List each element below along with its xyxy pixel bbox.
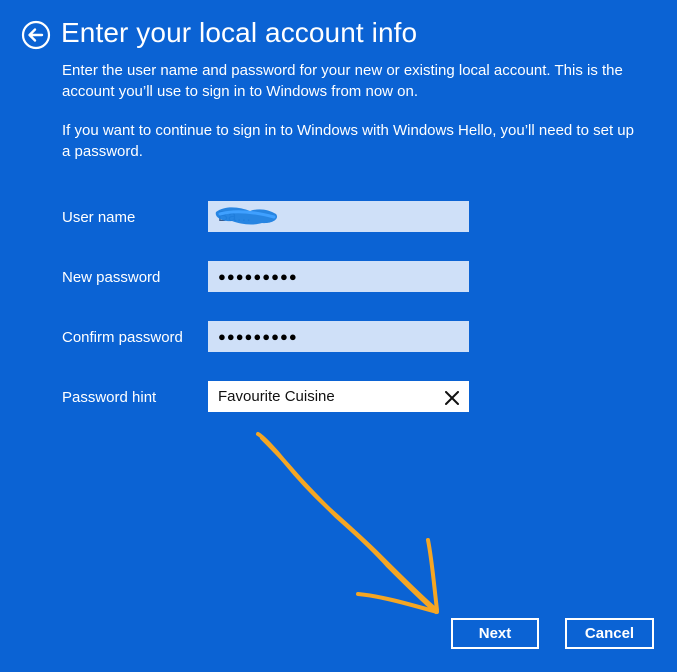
confirm-password-field[interactable]: ●●●●●●●●● [208, 321, 469, 352]
page-title: Enter your local account info [61, 17, 418, 48]
new-password-label: New password [62, 269, 161, 286]
new-password-value: ●●●●●●●●● [218, 269, 298, 284]
username-label: User name [62, 209, 136, 226]
username-value: Ba… [218, 208, 252, 225]
cancel-button[interactable]: Cancel [565, 618, 654, 649]
back-arrow-icon [21, 20, 51, 50]
confirm-password-value: ●●●●●●●●● [218, 329, 298, 344]
confirm-password-label: Confirm password [62, 329, 183, 346]
back-button[interactable] [21, 20, 51, 50]
password-hint-input[interactable] [208, 381, 469, 412]
new-password-field[interactable]: ●●●●●●●●● [208, 261, 469, 292]
description-account: Enter the user name and password for you… [62, 62, 623, 100]
description-windows-hello: If you want to continue to sign in to Wi… [62, 122, 634, 160]
next-button[interactable]: Next [451, 618, 539, 649]
password-hint-label: Password hint [62, 389, 157, 406]
clear-hint-button[interactable] [440, 386, 464, 410]
close-icon [445, 391, 459, 405]
username-field[interactable]: Ba… [208, 201, 469, 232]
